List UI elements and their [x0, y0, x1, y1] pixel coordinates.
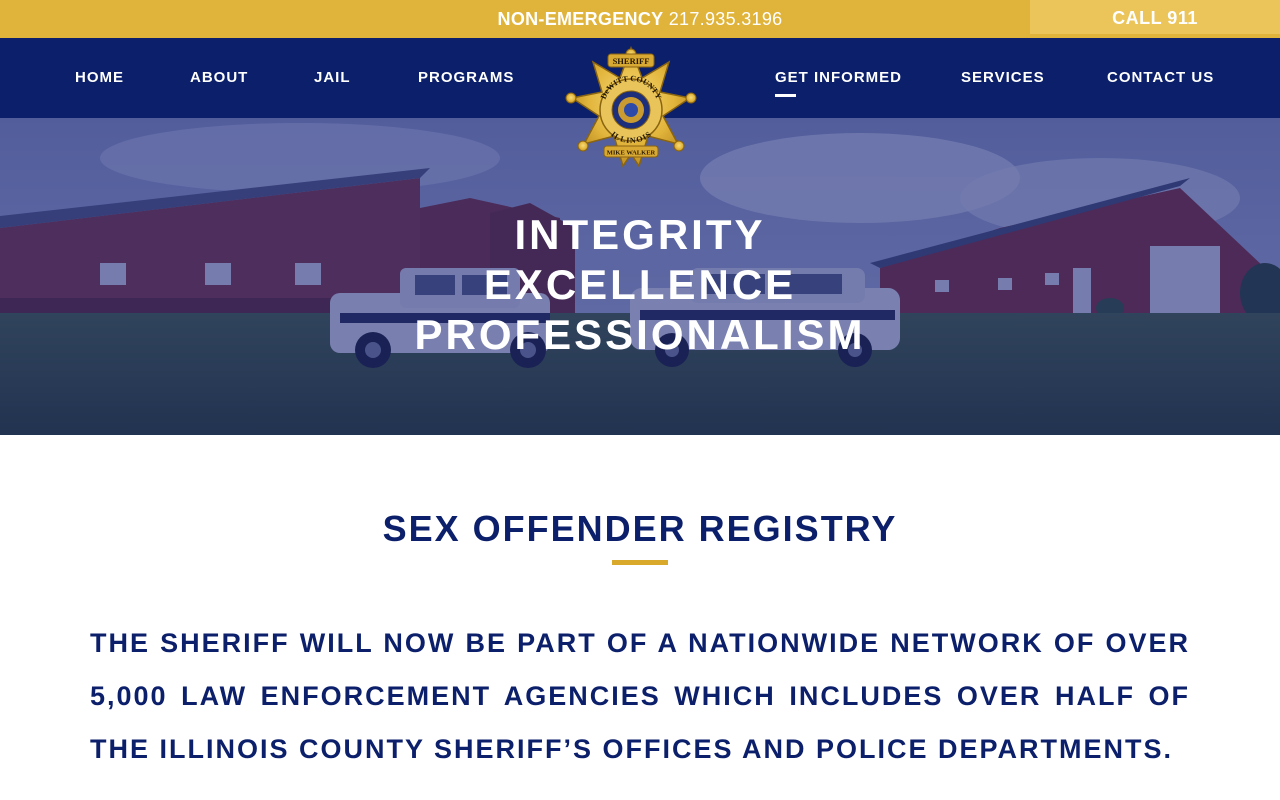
nav-get-informed[interactable]: GET INFORMED — [775, 38, 902, 118]
nav-contact-us[interactable]: CONTACT US — [1107, 38, 1214, 118]
hero-line-professionalism: PROFESSIONALISM — [414, 311, 866, 358]
page-title: SEX OFFENDER REGISTRY — [382, 508, 898, 549]
hero-line-excellence: EXCELLENCE — [483, 261, 797, 308]
nav-jail[interactable]: JAIL — [314, 38, 351, 118]
nav-services[interactable]: SERVICES — [961, 38, 1045, 118]
badge-name-text: MIKE WALKER — [607, 150, 656, 157]
title-underline-divider — [612, 560, 668, 565]
call-911-button[interactable]: CALL 911 — [1030, 0, 1280, 34]
sheriff-star-badge-icon: SHERIFF DeWITT COUNTY ILLINOIS MIKE WALK… — [565, 45, 697, 168]
nav-about[interactable]: ABOUT — [190, 38, 248, 118]
nav-home[interactable]: HOME — [75, 38, 124, 118]
nav-programs[interactable]: PROGRAMS — [418, 38, 514, 118]
hero-line-integrity: INTEGRITY — [514, 211, 766, 258]
hero-tagline: INTEGRITY EXCELLENCE PROFESSIONALISM — [0, 210, 1280, 360]
top-bar: NON-EMERGENCY 217.935.3196 CALL 911 — [0, 0, 1280, 38]
non-emergency-phone[interactable]: 217.935.3196 — [669, 9, 783, 29]
intro-paragraph: THE SHERIFF WILL NOW BE PART OF A NATION… — [90, 628, 1190, 764]
badge-top-text: SHERIFF — [613, 56, 650, 66]
sheriff-badge-logo[interactable]: SHERIFF DeWITT COUNTY ILLINOIS MIKE WALK… — [564, 45, 698, 170]
non-emergency-label: NON-EMERGENCY — [497, 9, 664, 29]
